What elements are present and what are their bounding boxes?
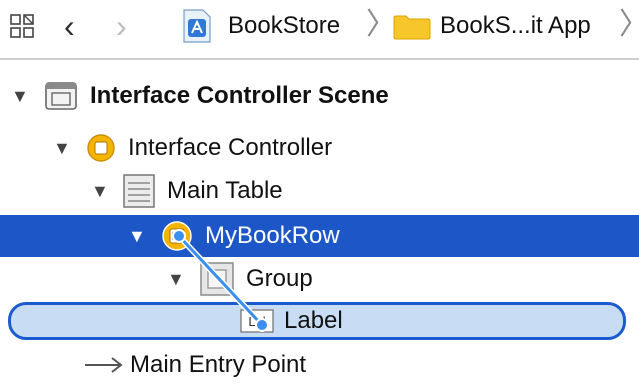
disclosure-triangle-icon[interactable]: ▼	[53, 138, 71, 158]
svg-text:Lbl: Lbl	[248, 314, 265, 329]
chevron-left-icon: ‹	[64, 8, 75, 44]
xcode-project-icon	[183, 9, 211, 43]
tree-label: Label	[284, 307, 343, 334]
tree-row-group[interactable]: ▼ Group	[0, 259, 639, 299]
back-button[interactable]: ‹	[64, 8, 75, 44]
disclosure-triangle-icon[interactable]: ▼	[11, 86, 29, 106]
disclosure-triangle-icon[interactable]: ▼	[128, 226, 146, 246]
breadcrumb-folder[interactable]: BookS...it App	[440, 12, 591, 40]
row-controller-icon	[162, 221, 192, 251]
scene-icon	[45, 82, 77, 110]
breadcrumb-separator: 〉	[619, 8, 639, 42]
breadcrumb-separator: 〉	[366, 8, 396, 41]
arrow-right-icon	[85, 357, 123, 373]
tree-row-main-table[interactable]: ▼ Main Table	[0, 171, 639, 211]
tree-label: Interface Controller	[128, 134, 333, 161]
tree-label: Main Entry Point	[130, 351, 307, 378]
jump-bar: ‹ › BookStore 〉 BookS...it App 〉	[0, 0, 639, 52]
tree-row-scene[interactable]: ▼ Interface Controller Scene	[0, 76, 639, 116]
related-items-grid-icon[interactable]	[10, 14, 34, 38]
table-icon	[123, 174, 155, 208]
label-icon: Lbl	[240, 309, 274, 333]
tree-label: Main Table	[167, 177, 283, 204]
tree-row-label[interactable]: Lbl Label	[0, 302, 639, 340]
breadcrumb-project[interactable]: BookStore	[228, 12, 340, 40]
toolbar-divider	[0, 58, 639, 60]
tree-row-main-entry-point[interactable]: Main Entry Point	[0, 345, 639, 385]
tree-label: Interface Controller Scene	[90, 82, 389, 109]
tree-label: Group	[246, 265, 313, 292]
folder-icon	[393, 15, 431, 40]
tree-row-mybookrow[interactable]: ▼ MyBookRow	[0, 215, 639, 257]
group-icon	[200, 262, 234, 296]
tree-label: MyBookRow	[205, 222, 340, 249]
tree-row-interface-controller[interactable]: ▼ Interface Controller	[0, 128, 639, 168]
disclosure-triangle-icon[interactable]: ▼	[91, 181, 109, 201]
chevron-right-icon: ›	[116, 8, 127, 44]
forward-button[interactable]: ›	[116, 8, 127, 44]
interface-controller-icon	[87, 134, 115, 162]
disclosure-triangle-icon[interactable]: ▼	[167, 269, 185, 289]
